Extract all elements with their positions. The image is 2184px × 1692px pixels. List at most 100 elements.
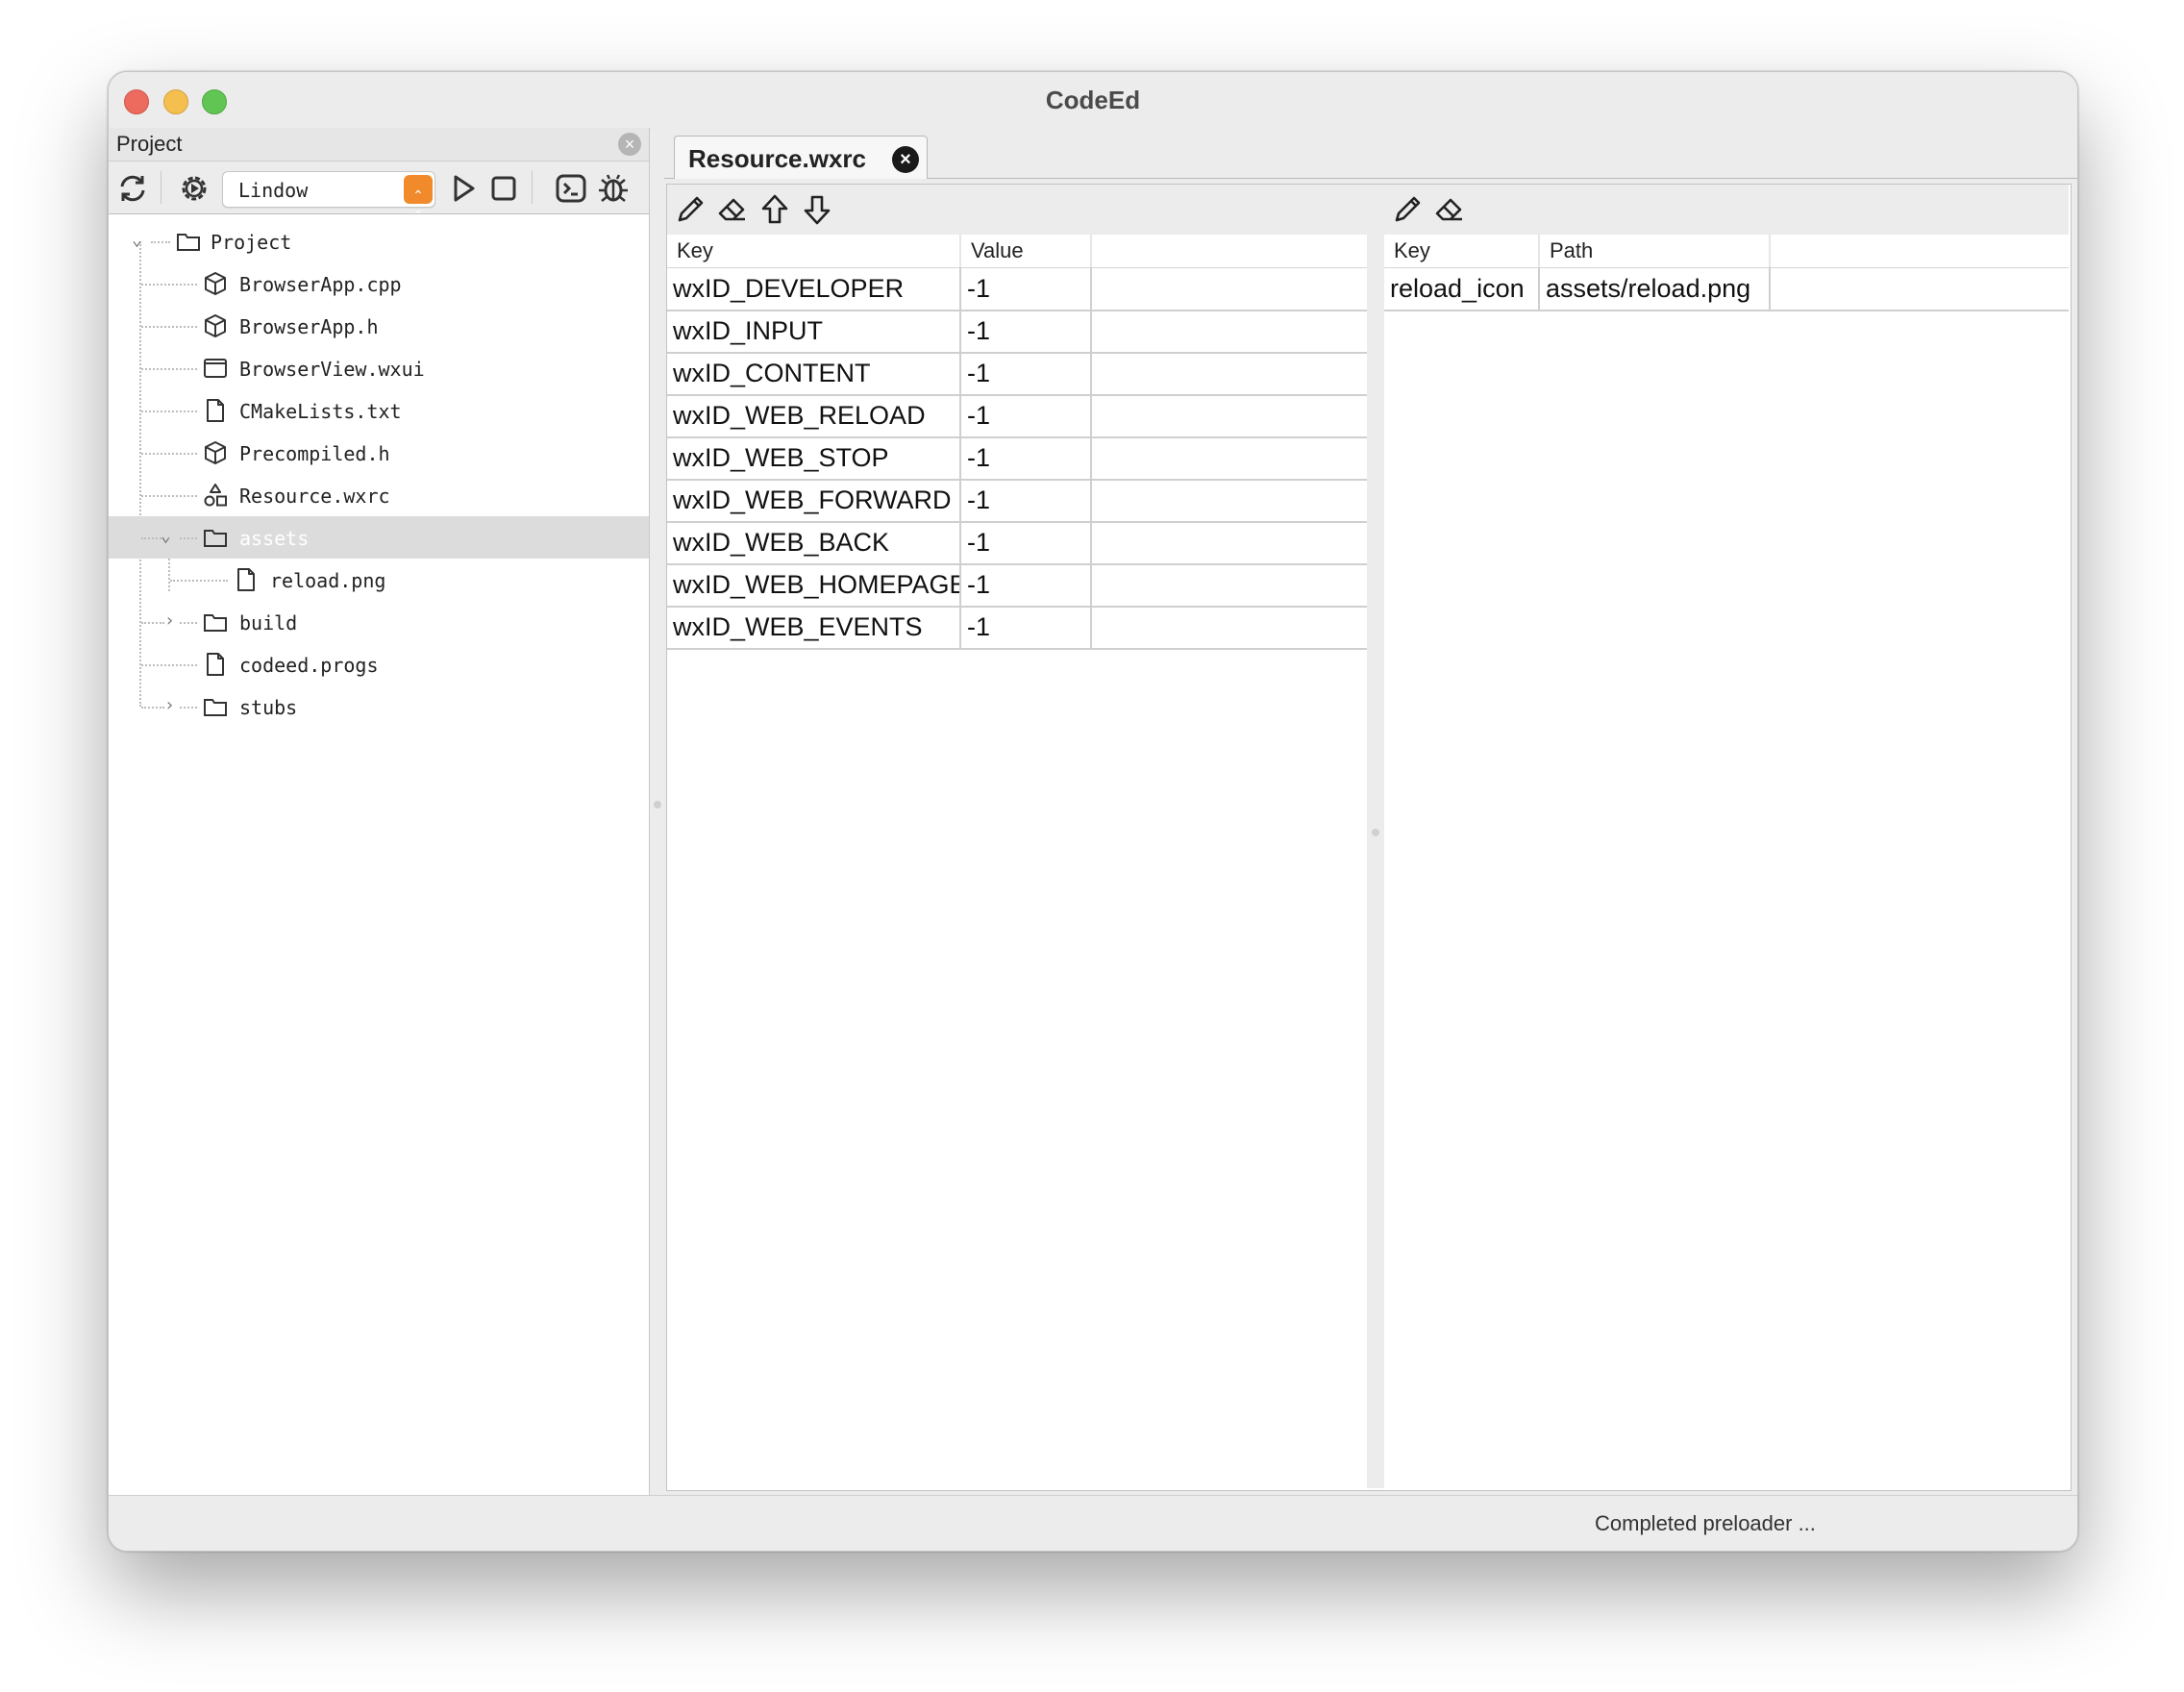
eraser-icon[interactable] (1432, 192, 1467, 227)
tree-item-assets[interactable]: ⌄ assets (109, 516, 649, 559)
key-cell[interactable]: wxID_WEB_RELOAD (667, 394, 961, 436)
resource-editor: Key Value wxID_DEVELOPER -1 wxID_INPUT -1 wx… (666, 184, 2072, 1491)
key-cell[interactable]: wxID_WEB_FORWARD (667, 479, 961, 521)
pencil-icon[interactable] (1390, 192, 1425, 227)
bug-icon[interactable] (595, 170, 632, 207)
file-icon (203, 652, 228, 677)
play-icon[interactable] (445, 170, 482, 207)
file-icon (234, 567, 259, 592)
eraser-icon[interactable] (715, 192, 750, 227)
value-cell[interactable]: -1 (961, 394, 1092, 436)
tree-item-label: stubs (239, 696, 298, 719)
key-cell[interactable]: wxID_WEB_HOMEPAGE (667, 563, 961, 606)
path-cell[interactable]: assets/reload.png (1540, 267, 1771, 310)
value-cell[interactable]: -1 (961, 267, 1092, 310)
editor-splitter[interactable] (1367, 185, 1384, 1488)
tree-item-resource-wxrc[interactable]: Resource.wxrc (109, 474, 649, 516)
tree-item-codeed-progs[interactable]: codeed.progs (109, 643, 649, 685)
tree-item-browserview-wxui[interactable]: BrowserView.wxui (109, 347, 649, 389)
column-header-key[interactable]: Key (667, 235, 961, 267)
folder-icon (203, 610, 228, 634)
table-row[interactable]: wxID_INPUT -1 (667, 310, 1367, 354)
files-panel: Key Path reload_icon assets/reload.png (1384, 185, 2069, 1488)
ids-table-header: Key Value (667, 235, 1367, 268)
tree-item-stubs[interactable]: › stubs (109, 685, 649, 728)
files-table-header: Key Path (1384, 235, 2069, 268)
project-panel-title: Project (116, 132, 183, 156)
terminal-icon[interactable] (553, 170, 589, 207)
value-cell[interactable]: -1 (961, 352, 1092, 394)
title-bar: CodeEd (109, 72, 2077, 129)
column-header-path[interactable]: Path (1540, 235, 1771, 267)
panel-splitter[interactable] (651, 128, 664, 1495)
chevron-down-icon[interactable]: ⌄ (132, 230, 151, 253)
tree-item-browserapp-cpp[interactable]: BrowserApp.cpp (109, 262, 649, 305)
status-text: Completed preloader ... (1595, 1511, 1816, 1535)
tree-item-project[interactable]: ⌄ Project (109, 220, 649, 262)
column-header-key[interactable]: Key (1384, 235, 1540, 267)
key-cell[interactable]: wxID_WEB_EVENTS (667, 606, 961, 648)
folder-icon (203, 694, 228, 719)
tree-item-label: Precompiled.h (239, 442, 390, 465)
tree-item-reload-png[interactable]: reload.png (109, 559, 649, 601)
table-row[interactable]: wxID_WEB_STOP -1 (667, 436, 1367, 481)
key-cell[interactable]: wxID_WEB_BACK (667, 521, 961, 563)
ids-panel: Key Value wxID_DEVELOPER -1 wxID_INPUT -1 wx… (667, 185, 1367, 1488)
tree-item-label: BrowserView.wxui (239, 358, 425, 381)
value-cell[interactable]: -1 (961, 310, 1092, 352)
column-header-value[interactable]: Value (961, 235, 1092, 267)
table-row[interactable]: wxID_WEB_HOMEPAGE -1 (667, 563, 1367, 608)
chevron-updown-icon: ⌃ ⌄ (404, 175, 433, 215)
tree-item-label: Resource.wxrc (239, 485, 390, 508)
table-row[interactable]: reload_icon assets/reload.png (1384, 267, 2069, 311)
target-select[interactable]: Lindow ⌃ ⌄ (222, 171, 435, 215)
gear-icon[interactable] (176, 170, 212, 207)
value-cell[interactable]: -1 (961, 563, 1092, 606)
tab-resource-wxrc[interactable]: Resource.wxrc × (674, 136, 928, 179)
arrow-down-icon[interactable] (800, 192, 834, 227)
project-panel-caption: Project × (109, 128, 649, 162)
pencil-icon[interactable] (673, 192, 707, 227)
table-row[interactable]: wxID_CONTENT -1 (667, 352, 1367, 396)
tree-item-label: Project (211, 231, 292, 254)
key-cell[interactable]: wxID_CONTENT (667, 352, 961, 394)
editor-tabstrip: Resource.wxrc × (664, 128, 2077, 179)
value-cell[interactable]: -1 (961, 521, 1092, 563)
cube-icon (203, 271, 228, 296)
tree-item-label: codeed.progs (239, 654, 379, 677)
window-title: CodeEd (1045, 86, 1141, 114)
table-row[interactable]: wxID_DEVELOPER -1 (667, 267, 1367, 311)
close-tab-icon[interactable]: × (892, 146, 919, 173)
key-cell[interactable]: wxID_WEB_STOP (667, 436, 961, 479)
close-panel-icon[interactable]: × (618, 133, 641, 156)
tree-item-label: CMakeLists.txt (239, 400, 402, 423)
value-cell[interactable]: -1 (961, 479, 1092, 521)
table-row[interactable]: wxID_WEB_BACK -1 (667, 521, 1367, 565)
folder-icon (203, 525, 228, 550)
app-window: CodeEd Project × Lindow ⌃ ⌄ ⌄ Project Br… (108, 71, 2078, 1552)
status-bar: Completed preloader ... (109, 1495, 2077, 1551)
table-row[interactable]: wxID_WEB_RELOAD -1 (667, 394, 1367, 438)
project-toolbar: Lindow ⌃ ⌄ (109, 162, 649, 215)
cube-icon (203, 440, 228, 465)
table-row[interactable]: wxID_WEB_EVENTS -1 (667, 606, 1367, 650)
refresh-icon[interactable] (114, 170, 151, 207)
project-tree: ⌄ Project BrowserApp.cpp BrowserApp.h Br… (109, 220, 649, 1489)
value-cell[interactable]: -1 (961, 606, 1092, 648)
arrow-up-icon[interactable] (757, 192, 792, 227)
key-cell[interactable]: wxID_DEVELOPER (667, 267, 961, 310)
table-row[interactable]: wxID_WEB_FORWARD -1 (667, 479, 1367, 523)
tree-item-browserapp-h[interactable]: BrowserApp.h (109, 305, 649, 347)
key-cell[interactable]: wxID_INPUT (667, 310, 961, 352)
value-cell[interactable]: -1 (961, 436, 1092, 479)
tree-item-build[interactable]: › build (109, 601, 649, 643)
tree-item-precompiled-h[interactable]: Precompiled.h (109, 432, 649, 474)
chevron-down-icon[interactable]: ⌄ (161, 526, 180, 549)
files-toolbar (1384, 185, 2069, 236)
tree-item-cmakelists[interactable]: CMakeLists.txt (109, 389, 649, 432)
file-icon (203, 398, 228, 423)
key-cell[interactable]: reload_icon (1384, 267, 1540, 310)
stop-icon[interactable] (485, 170, 522, 207)
shapes-icon (203, 483, 228, 508)
project-panel: Project × Lindow ⌃ ⌄ ⌄ Project BrowserAp… (109, 128, 650, 1495)
